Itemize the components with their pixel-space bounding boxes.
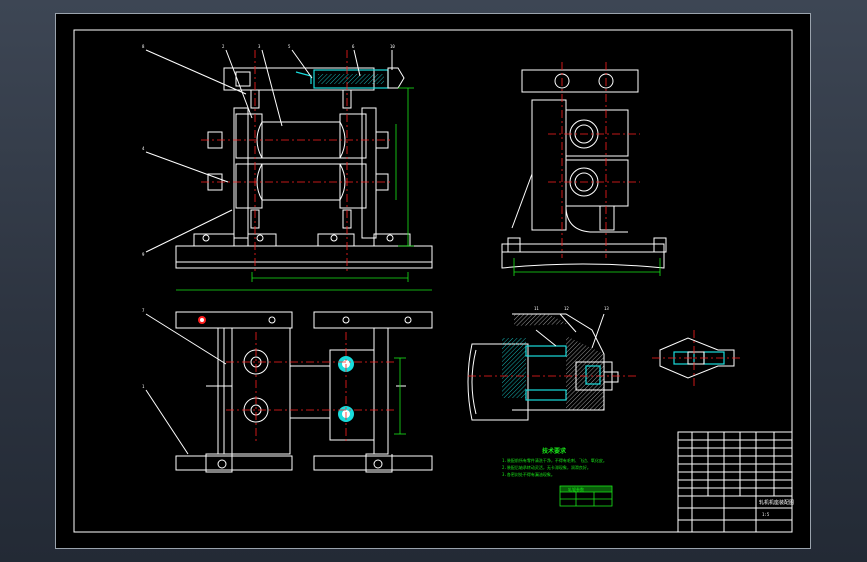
front-view: 8 2 3 5 6 10 4 9	[142, 44, 433, 291]
svg-text:8: 8	[142, 44, 145, 49]
svg-text:2.装配后轴承转动灵活，无卡滞现象，润滑良好。: 2.装配后轴承转动灵活，无卡滞现象，润滑良好。	[502, 464, 591, 470]
svg-text:6: 6	[352, 44, 355, 49]
top-view: 7 1	[142, 308, 433, 473]
cad-drawing: 8 2 3 5 6 10 4 9 7 1 11 12 13 技术要求 1.装配前…	[73, 29, 794, 533]
svg-text:9: 9	[142, 252, 145, 257]
svg-text:1:5: 1:5	[762, 512, 770, 517]
technical-notes: 技术要求 1.装配前所有零件清洗干净，不得有毛刺、飞边、氧化皮。 2.装配后轴承…	[502, 447, 607, 477]
svg-text:3: 3	[258, 44, 261, 49]
svg-text:10: 10	[390, 44, 395, 49]
svg-text:4: 4	[142, 146, 145, 151]
svg-text:3.各密封处不得有漏油现象。: 3.各密封处不得有漏油现象。	[502, 471, 555, 477]
title-block: 轧机机座装配图 1:5	[677, 431, 794, 533]
svg-text:11: 11	[534, 306, 539, 311]
svg-text:1: 1	[142, 384, 145, 389]
svg-text:1.装配前所有零件清洗干净，不得有毛刺、飞边、氧化皮。: 1.装配前所有零件清洗干净，不得有毛刺、飞边、氧化皮。	[502, 457, 607, 463]
svg-text:13: 13	[604, 306, 609, 311]
svg-text:技术要求: 技术要求	[542, 447, 567, 455]
small-detail	[652, 330, 742, 386]
drawing-frame	[73, 29, 793, 533]
section-detail: 11 12 13	[467, 306, 636, 421]
svg-text:7: 7	[142, 308, 145, 313]
side-view	[501, 62, 667, 276]
svg-text:轧机机座装配图: 轧机机座装配图	[759, 499, 794, 506]
drawing-sheet: 8 2 3 5 6 10 4 9 7 1 11 12 13 技术要求 1.装配前…	[55, 13, 811, 549]
parameter-table: 轧辊参数	[559, 485, 613, 507]
cad-viewport[interactable]: 8 2 3 5 6 10 4 9 7 1 11 12 13 技术要求 1.装配前…	[0, 0, 867, 562]
svg-text:12: 12	[564, 306, 569, 311]
svg-text:2: 2	[222, 44, 225, 49]
svg-text:轧辊参数: 轧辊参数	[568, 486, 584, 492]
svg-text:5: 5	[288, 44, 291, 49]
